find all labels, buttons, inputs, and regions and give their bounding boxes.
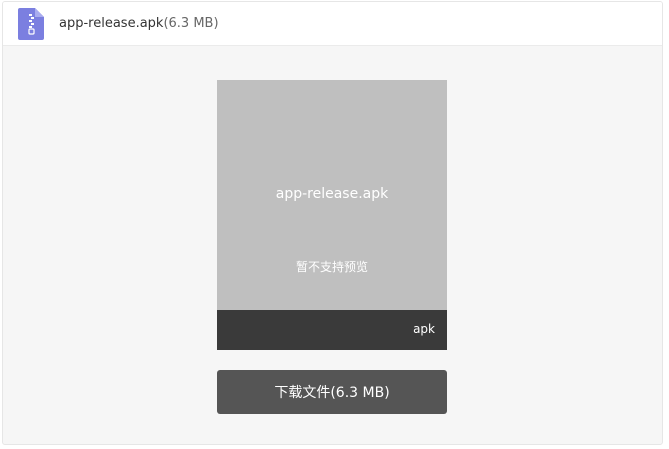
preview-file-name: app-release.apk — [275, 186, 389, 202]
file-title: app-release.apk(6.3 MB) — [59, 15, 219, 32]
download-file-button[interactable]: 下载文件(6.3 MB) — [217, 370, 447, 414]
file-header: app-release.apk(6.3 MB) — [3, 2, 662, 46]
preview-unsupported-message: 暂不支持预览 — [295, 260, 368, 274]
file-extension-label: apk — [413, 322, 435, 336]
file-size-text: (6.3 MB) — [163, 16, 219, 31]
preview-card: app-release.apk 暂不支持预览 apk — [217, 80, 447, 350]
preview-footer: apk — [217, 310, 447, 350]
file-preview-panel: app-release.apk(6.3 MB) app-release.apk … — [2, 1, 663, 445]
file-name-text: app-release.apk — [59, 16, 164, 31]
zip-file-icon — [18, 8, 44, 40]
